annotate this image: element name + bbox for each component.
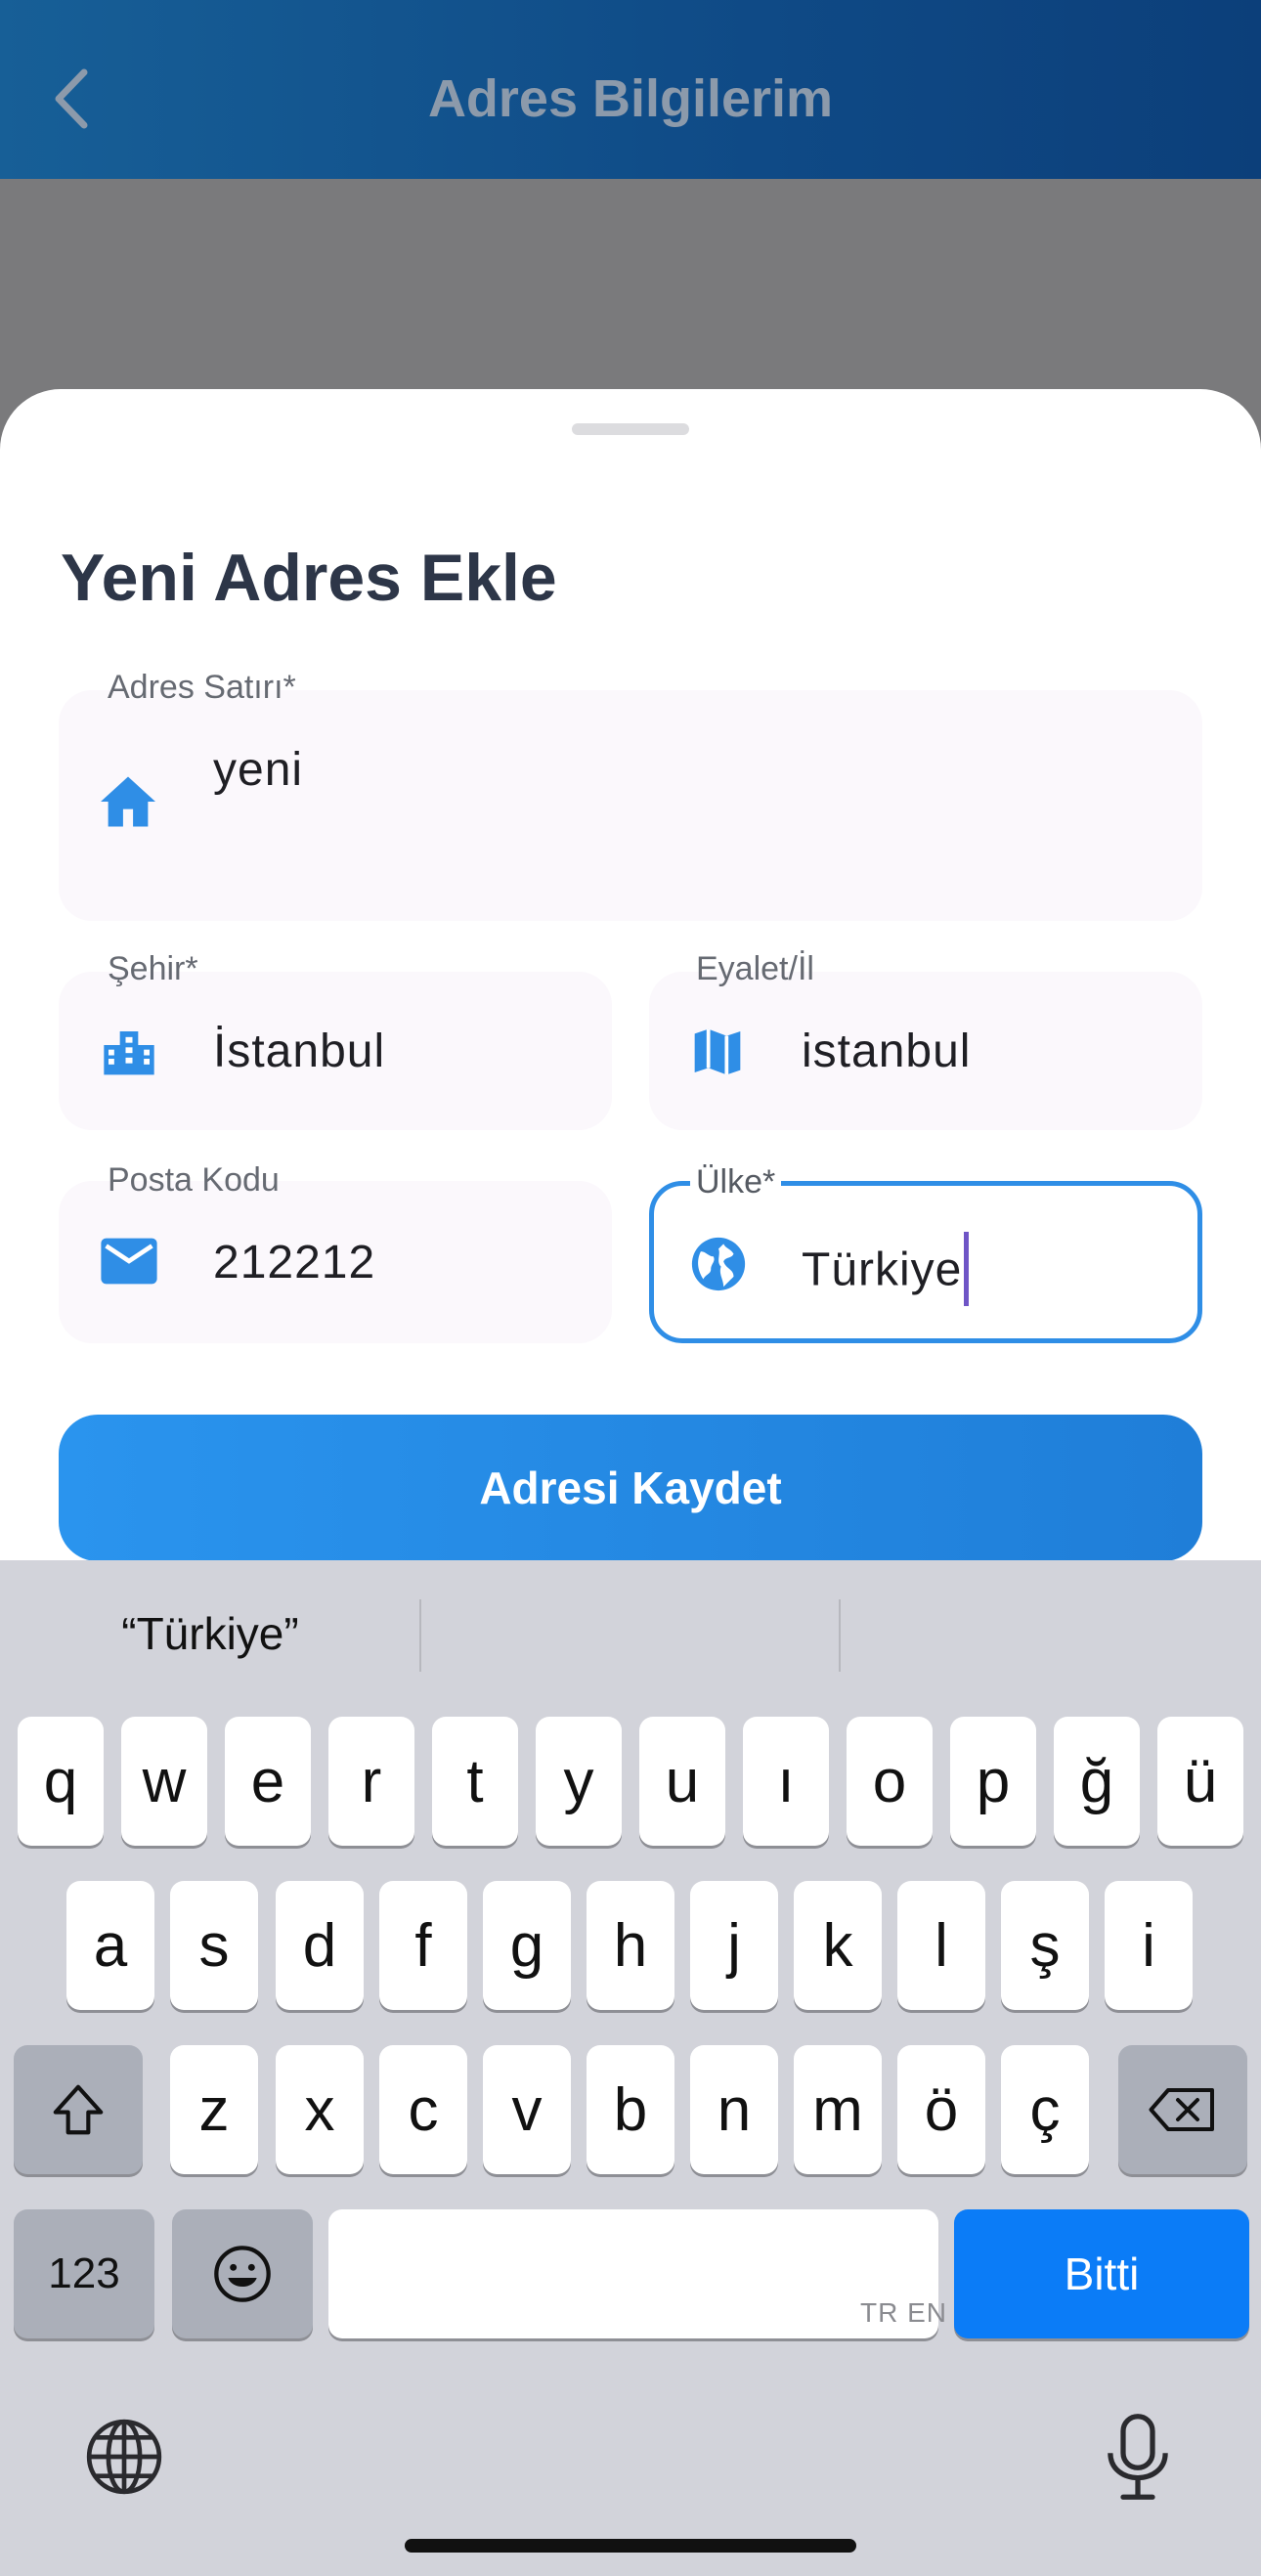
key[interactable]: f [379, 1881, 467, 2010]
key[interactable]: s [170, 1881, 258, 2010]
key[interactable]: m [794, 2045, 882, 2174]
postal-code-label: Posta Kodu [108, 1161, 280, 1199]
key[interactable]: ş [1001, 1881, 1089, 2010]
space-key[interactable] [328, 2209, 938, 2338]
state-label: Eyalet/İl [696, 950, 814, 987]
numbers-key[interactable]: 123 [14, 2209, 154, 2338]
key[interactable]: h [587, 1881, 674, 2010]
language-hint: TR EN [860, 2297, 947, 2328]
map-icon [694, 1028, 741, 1075]
address-line-input[interactable]: yeni [213, 743, 303, 797]
country-input-text: Türkiye [802, 1244, 963, 1296]
sheet-drag-handle[interactable] [572, 423, 689, 435]
address-line-label: Adres Satırı* [108, 669, 296, 706]
address-line-field[interactable] [59, 690, 1202, 921]
suggestion-3[interactable] [841, 1560, 1261, 1707]
save-address-label: Adresi Kaydet [479, 1463, 782, 1513]
city-icon [104, 1031, 154, 1075]
key[interactable]: w [121, 1717, 207, 1846]
key[interactable]: p [950, 1717, 1036, 1846]
key[interactable]: v [483, 2045, 571, 2174]
key[interactable]: t [432, 1717, 518, 1846]
key[interactable]: ö [897, 2045, 985, 2174]
key[interactable]: r [328, 1717, 414, 1846]
backspace-key[interactable] [1118, 2045, 1247, 2174]
key[interactable]: c [379, 2045, 467, 2174]
key[interactable]: i [1105, 1881, 1193, 2010]
key[interactable]: n [690, 2045, 778, 2174]
key[interactable]: ğ [1054, 1717, 1140, 1846]
sheet-title: Yeni Adres Ekle [61, 541, 557, 615]
key[interactable]: o [847, 1717, 933, 1846]
key[interactable]: l [897, 1881, 985, 2010]
microphone-icon[interactable] [1105, 2413, 1171, 2501]
postal-code-input[interactable]: 212212 [213, 1236, 375, 1289]
globe-language-icon[interactable] [82, 2415, 166, 2499]
city-input[interactable]: İstanbul [213, 1025, 385, 1078]
key[interactable]: b [587, 2045, 674, 2174]
key[interactable]: z [170, 2045, 258, 2174]
key[interactable]: q [18, 1717, 104, 1846]
shift-key[interactable] [14, 2045, 143, 2174]
save-address-button[interactable]: Adresi Kaydet [59, 1415, 1202, 1561]
key[interactable]: ç [1001, 2045, 1089, 2174]
key[interactable]: j [690, 1881, 778, 2010]
key[interactable]: ü [1157, 1717, 1243, 1846]
home-indicator [405, 2539, 856, 2553]
emoji-icon [214, 2246, 271, 2302]
text-caret [964, 1232, 970, 1306]
key[interactable]: d [276, 1881, 364, 2010]
key[interactable]: g [483, 1881, 571, 2010]
suggestion-2[interactable] [421, 1560, 840, 1707]
state-input[interactable]: istanbul [802, 1025, 971, 1078]
shift-icon [53, 2084, 104, 2135]
key[interactable]: y [536, 1717, 622, 1846]
backdrop-overlay[interactable] [0, 179, 1261, 391]
app-bar: Adres Bilgilerim [0, 0, 1261, 179]
key[interactable]: ı [743, 1717, 829, 1846]
key[interactable]: a [66, 1881, 154, 2010]
backspace-icon [1149, 2088, 1214, 2131]
home-icon [101, 776, 155, 827]
mail-icon [101, 1238, 157, 1285]
key[interactable]: k [794, 1881, 882, 2010]
key[interactable]: u [639, 1717, 725, 1846]
key[interactable]: e [225, 1717, 311, 1846]
emoji-key[interactable] [172, 2209, 313, 2338]
suggestion-1[interactable]: “Türkiye” [0, 1560, 420, 1707]
country-label: Ülke* [690, 1163, 782, 1201]
country-input[interactable]: Türkiye [802, 1232, 970, 1310]
done-key[interactable]: Bitti [954, 2209, 1249, 2338]
key[interactable]: x [276, 2045, 364, 2174]
page-title: Adres Bilgilerim [427, 69, 834, 128]
globe-icon [691, 1237, 746, 1291]
city-label: Şehir* [108, 950, 198, 987]
